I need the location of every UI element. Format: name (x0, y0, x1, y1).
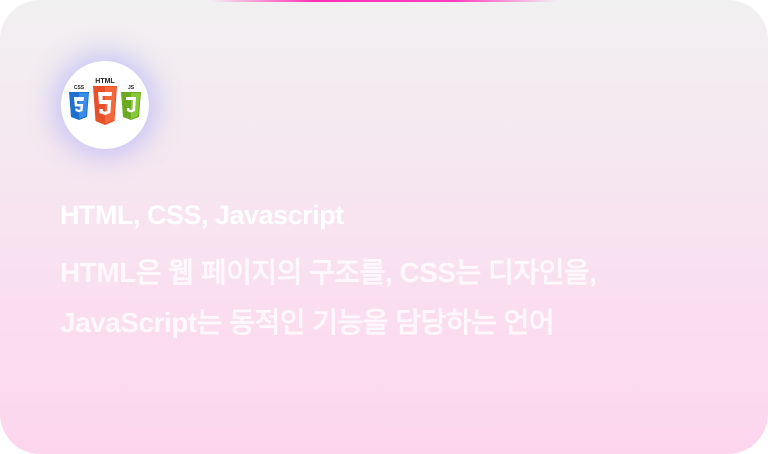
skill-card: CSS HTML JS HTML, CSS, Javascript HTML은 … (0, 0, 768, 454)
card-description: HTML은 웹 페이지의 구조를, CSS는 디자인을, JavaScript는… (60, 248, 720, 348)
html-css-js-logo-icon: CSS HTML JS (69, 78, 141, 125)
logo-badge: CSS HTML JS (61, 61, 149, 149)
logo-label-js: JS (128, 85, 135, 91)
description-line: HTML은 웹 페이지의 구조를, CSS는 디자인을, (60, 257, 597, 288)
top-glow-accent (210, 0, 558, 2)
logo-label-css: CSS (74, 85, 85, 91)
card-title: HTML, CSS, Javascript (60, 200, 344, 230)
logo-label-html: HTML (95, 78, 115, 85)
description-line: JavaScript는 동적인 기능을 담당하는 언어 (60, 307, 555, 338)
